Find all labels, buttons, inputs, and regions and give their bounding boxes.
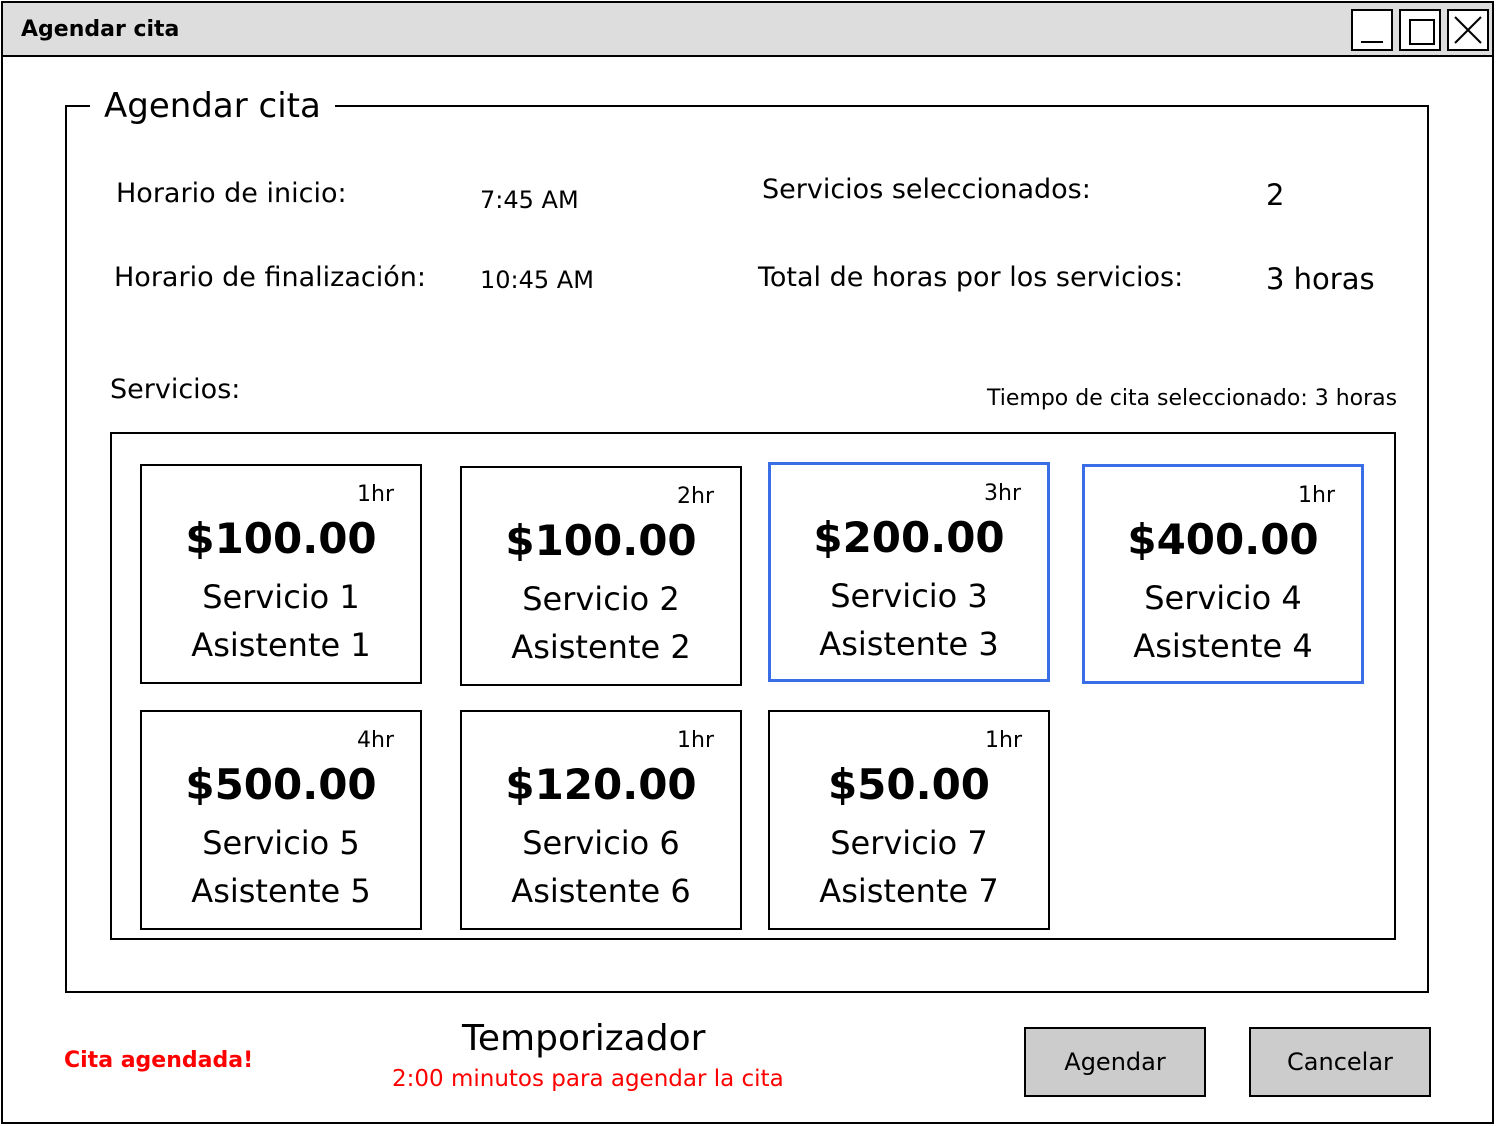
service-assistant: Asistente 6: [511, 872, 691, 910]
service-name: Servicio 7: [830, 824, 988, 862]
service-price: $500.00: [185, 760, 377, 809]
service-duration: 1hr: [357, 482, 394, 507]
status-message: Cita agendada!: [64, 1048, 254, 1073]
service-duration: 1hr: [677, 728, 714, 753]
service-assistant: Asistente 5: [191, 872, 371, 910]
selected-time-text: Tiempo de cita seleccionado: 3 horas: [987, 386, 1398, 411]
minimize-button[interactable]: [1351, 9, 1393, 51]
service-card[interactable]: 4hr $500.00 Servicio 5 Asistente 5: [140, 710, 422, 930]
service-card[interactable]: 1hr $50.00 Servicio 7 Asistente 7: [768, 710, 1050, 930]
total-hours-value: 3 horas: [1266, 262, 1375, 296]
service-card[interactable]: 1hr $400.00 Servicio 4 Asistente 4: [1082, 464, 1364, 684]
service-price: $50.00: [827, 760, 991, 809]
service-name: Servicio 5: [202, 824, 360, 862]
service-assistant: Asistente 2: [511, 628, 691, 666]
service-name: Servicio 4: [1144, 579, 1302, 617]
end-time-label: Horario de finalización:: [114, 262, 426, 293]
service-assistant: Asistente 1: [191, 626, 371, 664]
service-price: $120.00: [505, 760, 697, 809]
service-price: $400.00: [1127, 515, 1319, 564]
service-name: Servicio 2: [522, 580, 680, 618]
service-price: $100.00: [185, 514, 377, 563]
maximize-button[interactable]: [1399, 9, 1441, 51]
service-assistant: Asistente 7: [819, 872, 999, 910]
selected-services-value: 2: [1266, 178, 1285, 212]
services-label: Servicios:: [110, 374, 241, 405]
service-card[interactable]: 1hr $120.00 Servicio 6 Asistente 6: [460, 710, 742, 930]
service-assistant: Asistente 3: [819, 625, 999, 663]
start-time-value: 7:45 AM: [480, 186, 579, 214]
start-time-label: Horario de inicio:: [116, 178, 347, 209]
timer-message: 2:00 minutos para agendar la cita: [392, 1066, 784, 1092]
service-duration: 1hr: [985, 728, 1022, 753]
cancelar-button[interactable]: Cancelar: [1249, 1027, 1431, 1097]
service-card[interactable]: 3hr $200.00 Servicio 3 Asistente 3: [768, 462, 1050, 682]
service-duration: 4hr: [357, 728, 394, 753]
service-duration: 3hr: [984, 481, 1021, 506]
service-name: Servicio 6: [522, 824, 680, 862]
service-duration: 2hr: [677, 484, 714, 509]
close-icon: [1454, 16, 1482, 44]
end-time-value: 10:45 AM: [480, 266, 594, 294]
service-name: Servicio 3: [830, 577, 988, 615]
window-title: Agendar cita: [21, 17, 180, 42]
timer-title: Temporizador: [462, 1018, 706, 1059]
service-name: Servicio 1: [202, 578, 360, 616]
service-card[interactable]: 1hr $100.00 Servicio 1 Asistente 1: [140, 464, 422, 684]
title-bar: Agendar cita: [3, 3, 1492, 57]
agendar-button[interactable]: Agendar: [1024, 1027, 1206, 1097]
fieldset-legend: Agendar cita: [90, 86, 335, 126]
service-price: $200.00: [813, 513, 1005, 562]
service-duration: 1hr: [1298, 483, 1335, 508]
service-price: $100.00: [505, 516, 697, 565]
close-button[interactable]: [1447, 9, 1489, 51]
service-card[interactable]: 2hr $100.00 Servicio 2 Asistente 2: [460, 466, 742, 686]
service-assistant: Asistente 4: [1133, 627, 1313, 665]
total-hours-label: Total de horas por los servicios:: [758, 262, 1184, 293]
selected-services-label: Servicios seleccionados:: [762, 174, 1091, 205]
